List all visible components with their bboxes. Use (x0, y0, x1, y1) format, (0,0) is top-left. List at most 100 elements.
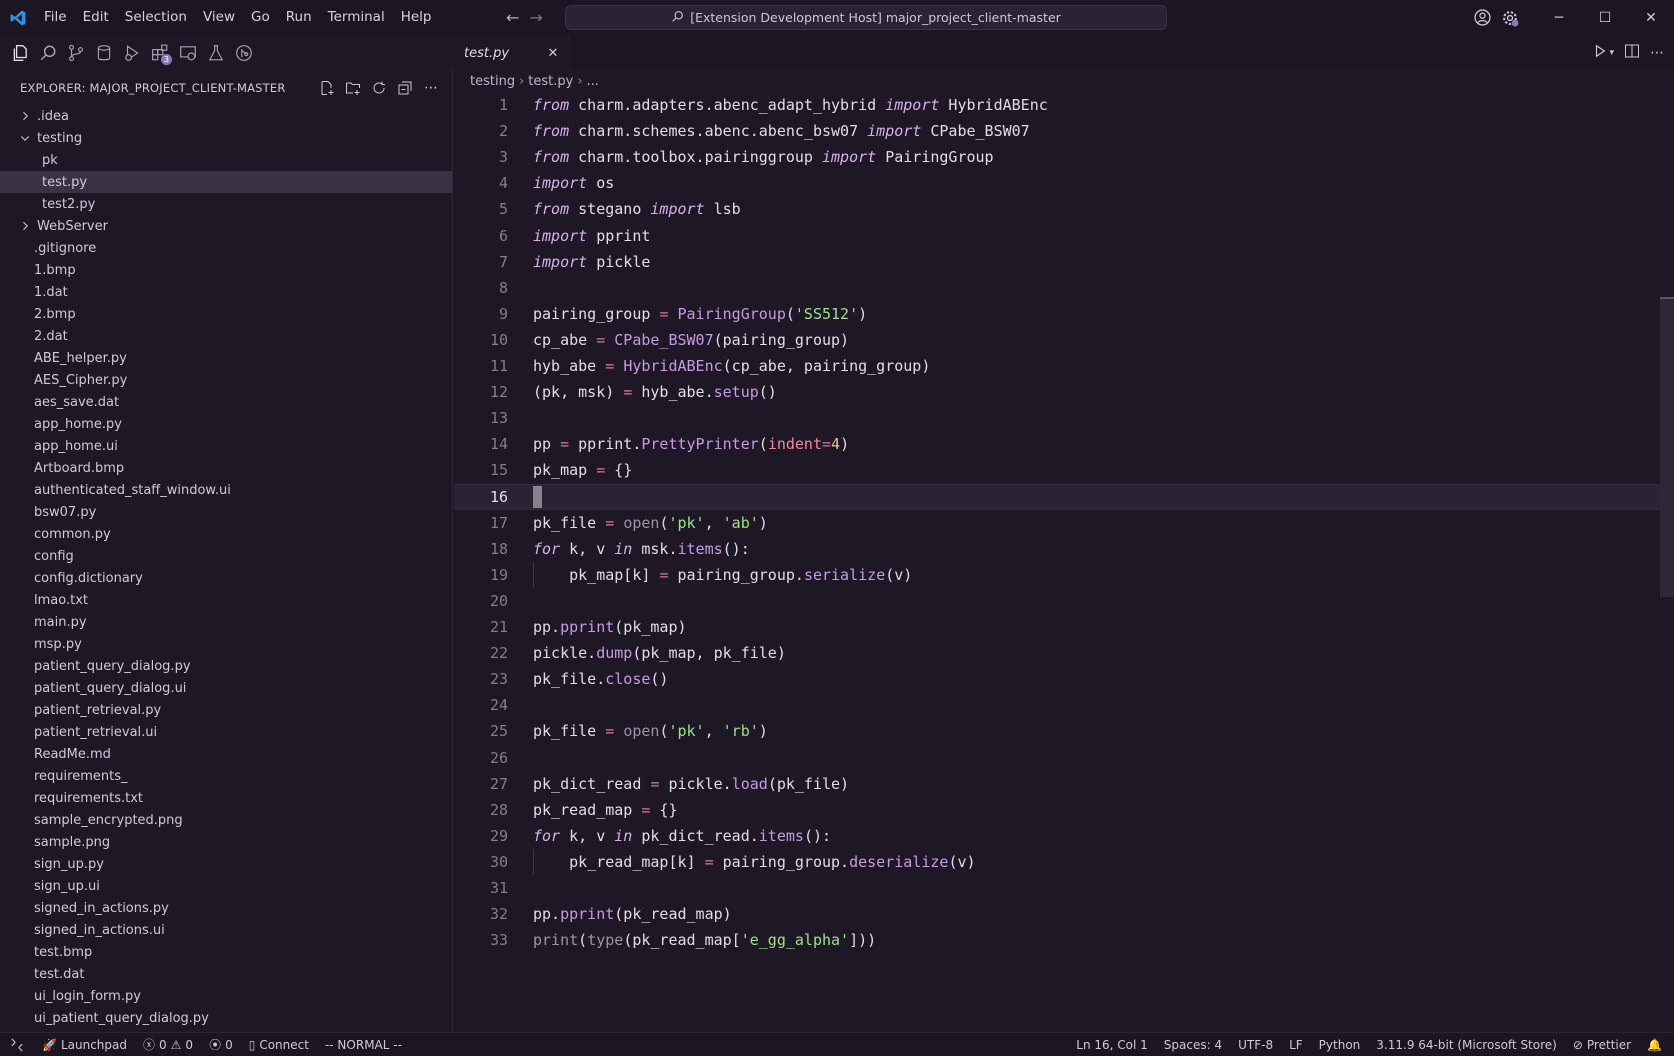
code-line[interactable]: 21 pp.pprint(pk_map) (454, 614, 1660, 640)
tree-file[interactable]: ui_patient_query_dialog.py (0, 1007, 452, 1029)
tree-file[interactable]: app_home.ui (0, 435, 452, 457)
python-interpreter[interactable]: 3.11.9 64-bit (Microsoft Store) (1368, 1038, 1565, 1052)
editor-more-icon[interactable]: ⋯ (1650, 45, 1664, 61)
source-control-icon[interactable] (64, 38, 88, 68)
code-line[interactable]: 19 pk_map[k] = pairing_group.serialize(v… (454, 562, 1660, 588)
code-line[interactable]: 15 pk_map = {} (454, 457, 1660, 483)
split-editor-icon[interactable] (1624, 43, 1640, 63)
tree-file[interactable]: 1.bmp (0, 259, 452, 281)
code-line[interactable]: 23 pk_file.close() (454, 666, 1660, 692)
tree-folder[interactable]: WebServer (0, 215, 452, 237)
tree-file[interactable]: 1.dat (0, 281, 452, 303)
maximize-icon[interactable]: ☐ (1582, 0, 1628, 35)
close-tab-icon[interactable]: ✕ (546, 46, 560, 61)
gitlens-icon[interactable] (232, 38, 256, 68)
menu-go[interactable]: Go (243, 0, 278, 35)
tree-file[interactable]: app_home.py (0, 413, 452, 435)
problems-item[interactable]: ⓧ 0 ⚠ 0 (135, 1036, 201, 1053)
code-line[interactable]: 4 import os (454, 170, 1660, 196)
tree-file[interactable]: sample.png (0, 831, 452, 853)
encoding[interactable]: UTF-8 (1230, 1038, 1281, 1052)
code-line[interactable]: 26 (454, 745, 1660, 771)
extensions-icon[interactable]: 3 (148, 38, 172, 68)
end-of-line[interactable]: LF (1281, 1038, 1311, 1052)
tree-file[interactable]: ui_login_form.py (0, 985, 452, 1007)
code-line[interactable]: 33 print(type(pk_read_map['e_gg_alpha'])) (454, 927, 1660, 953)
connect-item[interactable]: ▯ Connect (241, 1038, 317, 1052)
code-line[interactable]: 3 from charm.toolbox.pairinggroup import … (454, 144, 1660, 170)
launchpad-item[interactable]: 🚀 Launchpad (34, 1038, 135, 1052)
account-icon[interactable] (1468, 0, 1496, 35)
tab-test-py[interactable]: test.py ✕ (454, 35, 570, 70)
tree-file[interactable]: patient_retrieval.ui (0, 721, 452, 743)
tree-file[interactable]: authenticated_staff_window.ui (0, 479, 452, 501)
code-line[interactable]: 13 (454, 405, 1660, 431)
code-line[interactable]: 18 for k, v in msk.items(): (454, 536, 1660, 562)
tree-file[interactable]: aes_save.dat (0, 391, 452, 413)
tree-file[interactable]: sign_up.py (0, 853, 452, 875)
testing-flask-icon[interactable] (204, 38, 228, 68)
search-view-icon[interactable] (36, 38, 60, 68)
new-folder-icon[interactable] (344, 79, 362, 97)
tree-file[interactable]: ABE_helper.py (0, 347, 452, 369)
menu-view[interactable]: View (195, 0, 243, 35)
go-back-icon[interactable]: ← (506, 8, 519, 27)
tree-file[interactable]: signed_in_actions.ui (0, 919, 452, 941)
code-line[interactable]: 25 pk_file = open('pk', 'rb') (454, 718, 1660, 744)
tree-file[interactable]: requirements.txt (0, 787, 452, 809)
tree-file[interactable]: test.bmp (0, 941, 452, 963)
code-line[interactable]: 8 (454, 275, 1660, 301)
collapse-all-icon[interactable] (396, 79, 414, 97)
remote-explorer-icon[interactable] (176, 38, 200, 68)
tree-file[interactable]: msp.py (0, 633, 452, 655)
refresh-icon[interactable] (370, 79, 388, 97)
run-debug-icon[interactable] (120, 38, 144, 68)
minimize-icon[interactable]: ─ (1536, 0, 1582, 35)
tree-file[interactable]: 2.bmp (0, 303, 452, 325)
tree-file[interactable]: lmao.txt (0, 589, 452, 611)
tree-file[interactable]: main.py (0, 611, 452, 633)
code-line[interactable]: 11 hyb_abe = HybridABEnc(cp_abe, pairing_… (454, 353, 1660, 379)
tree-file[interactable]: signed_in_actions.py (0, 897, 452, 919)
tree-file[interactable]: ReadMe.md (0, 743, 452, 765)
prettier-item[interactable]: ⊘ Prettier (1565, 1038, 1639, 1052)
run-dropdown-chevron-icon[interactable]: ▾ (1609, 48, 1614, 58)
menu-edit[interactable]: Edit (75, 0, 117, 35)
code-editor[interactable]: 1 from charm.adapters.abenc_adapt_hybrid … (454, 92, 1674, 1032)
tree-folder[interactable]: testing (0, 127, 452, 149)
tree-file[interactable]: common.py (0, 523, 452, 545)
code-line[interactable]: 7 import pickle (454, 249, 1660, 275)
code-line[interactable]: 6 import pprint (454, 223, 1660, 249)
menu-selection[interactable]: Selection (117, 0, 195, 35)
explorer-icon[interactable] (8, 38, 32, 68)
tree-file[interactable]: sample_encrypted.png (0, 809, 452, 831)
code-line[interactable]: 28 pk_read_map = {} (454, 797, 1660, 823)
manage-gear-icon[interactable] (1496, 0, 1524, 35)
run-python-icon[interactable] (1593, 44, 1607, 62)
tree-file[interactable]: test.py (0, 171, 452, 193)
tree-file[interactable]: bsw07.py (0, 501, 452, 523)
editor-scrollbar-thumb[interactable] (1660, 297, 1674, 597)
code-line[interactable]: 22 pickle.dump(pk_map, pk_file) (454, 640, 1660, 666)
code-line[interactable]: 24 (454, 692, 1660, 718)
close-window-icon[interactable]: ✕ (1628, 0, 1674, 35)
code-line[interactable]: 32 pp.pprint(pk_read_map) (454, 901, 1660, 927)
code-line[interactable]: 12 (pk, msk) = hyb_abe.setup() (454, 379, 1660, 405)
tree-file[interactable]: config (0, 545, 452, 567)
indentation[interactable]: Spaces: 4 (1156, 1038, 1230, 1052)
more-actions-icon[interactable]: ⋯ (422, 79, 440, 97)
code-line[interactable]: 5 from stegano import lsb (454, 196, 1660, 222)
tree-file[interactable]: patient_query_dialog.py (0, 655, 452, 677)
breadcrumb-file[interactable]: test.py (528, 74, 573, 89)
menu-run[interactable]: Run (278, 0, 320, 35)
database-icon[interactable] (92, 38, 116, 68)
code-line[interactable]: 29 for k, v in pk_dict_read.items(): (454, 823, 1660, 849)
breadcrumb-symbols[interactable]: ... (587, 74, 599, 89)
code-line[interactable]: 27 pk_dict_read = pickle.load(pk_file) (454, 771, 1660, 797)
code-line[interactable]: 20 (454, 588, 1660, 614)
tree-file[interactable]: 2.dat (0, 325, 452, 347)
notifications-bell-icon[interactable]: 🔔 (1639, 1038, 1674, 1052)
code-line[interactable]: 1 from charm.adapters.abenc_adapt_hybrid … (454, 92, 1660, 118)
tree-file[interactable]: requirements_ (0, 765, 452, 787)
language-mode[interactable]: Python (1311, 1038, 1369, 1052)
